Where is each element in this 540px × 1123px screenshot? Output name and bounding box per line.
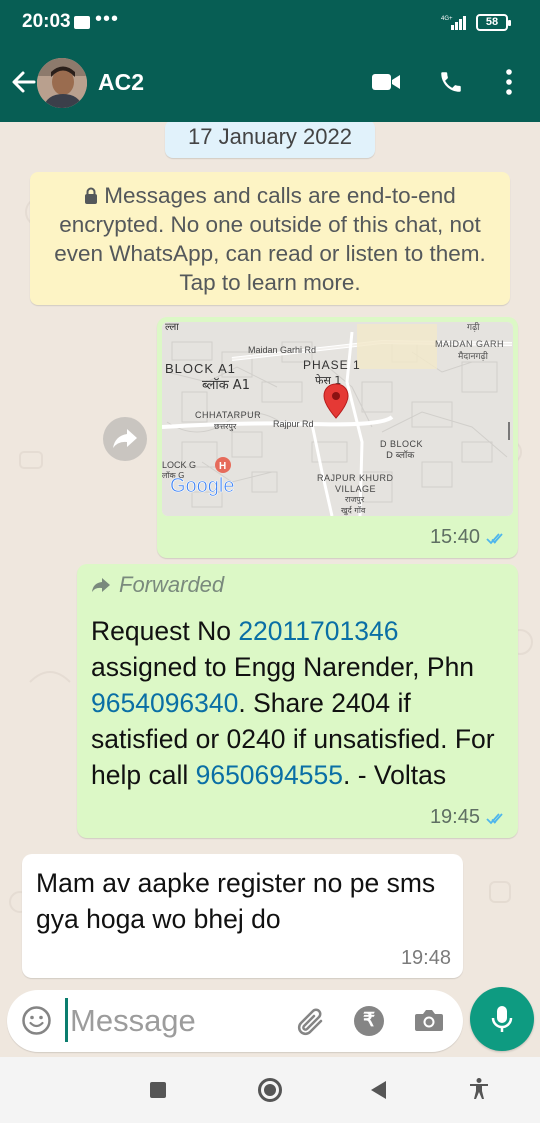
message-input[interactable] bbox=[70, 999, 280, 1043]
map-label-rajpur-rd: Rajpur Rd bbox=[273, 419, 314, 429]
map-label-maidan-garh: MAIDAN GARH bbox=[435, 339, 504, 349]
avatar-photo bbox=[37, 58, 87, 108]
map-label-khurd-gaon-hi: खुर्द गाँव bbox=[341, 505, 366, 516]
forwarded-label-text: Forwarded bbox=[119, 572, 225, 597]
map-image: ल्ला गढ़ी Maidan Garhi Rd MAIDAN GARH मै… bbox=[162, 322, 513, 516]
google-logo: Google bbox=[170, 475, 235, 497]
map-label-maidan-garhi-rd: Maidan Garhi Rd bbox=[248, 345, 316, 355]
message-time: 15:40 bbox=[429, 526, 480, 548]
forwarded-label: Forwarded bbox=[91, 572, 224, 598]
map-label-maidan-garh-hi: मैदानगढ़ी bbox=[458, 350, 489, 362]
map-label-block-a1: BLOCK A1 bbox=[165, 361, 236, 376]
map-label-lock-g: LOCK G bbox=[162, 460, 196, 470]
recent-apps-icon[interactable] bbox=[150, 1082, 166, 1098]
system-back-icon[interactable] bbox=[371, 1081, 386, 1099]
chat-area[interactable]: 17 January 2022 Messages and calls are e… bbox=[0, 122, 540, 1057]
map-label-chhatarpur-hi: छत्तरपुर bbox=[214, 422, 237, 432]
message-composer: ₹ bbox=[7, 990, 463, 1052]
encryption-notice-text: Messages and calls are end-to-end encryp… bbox=[54, 183, 486, 295]
message-text: Mam av aapke register no pe sms gya hoga… bbox=[36, 868, 436, 934]
map-label-top-left: ल्ला bbox=[165, 322, 179, 333]
attach-icon[interactable] bbox=[295, 1007, 327, 1037]
accessibility-icon[interactable] bbox=[468, 1077, 490, 1101]
phone-number-link[interactable]: 9654096340 bbox=[91, 688, 238, 718]
map-label-rajpur-khurd: RAJPUR KHURD bbox=[317, 473, 394, 483]
video-call-icon[interactable] bbox=[371, 71, 401, 93]
forwarded-message[interactable]: Forwarded Request No 22011701346 assigne… bbox=[77, 564, 518, 838]
encryption-notice[interactable]: Messages and calls are end-to-end encryp… bbox=[30, 172, 510, 305]
location-message[interactable]: ल्ला गढ़ी Maidan Garhi Rd MAIDAN GARH मै… bbox=[157, 317, 518, 558]
message-notification-icon bbox=[74, 16, 90, 29]
voice-record-button[interactable] bbox=[470, 987, 534, 1051]
message-text-part: Request No bbox=[91, 616, 239, 646]
svg-text:H: H bbox=[219, 461, 226, 472]
message-time: 19:45 bbox=[429, 806, 480, 828]
chat-header: AC2 bbox=[0, 44, 540, 122]
location-map[interactable]: ल्ला गढ़ी Maidan Garhi Rd MAIDAN GARH मै… bbox=[162, 322, 513, 516]
contact-avatar[interactable] bbox=[37, 58, 87, 108]
text-cursor bbox=[65, 998, 68, 1042]
network-label: 4G+ bbox=[441, 16, 453, 22]
map-label-top-right: गढ़ी bbox=[467, 322, 480, 333]
system-nav-bar bbox=[0, 1057, 540, 1123]
map-label-rajpur-hi: राजपुर bbox=[345, 495, 365, 505]
message-text-part: assigned to Engg Narender, Phn bbox=[91, 652, 475, 682]
home-icon[interactable] bbox=[258, 1078, 282, 1102]
incoming-message[interactable]: Mam av aapke register no pe sms gya hoga… bbox=[22, 854, 463, 978]
back-arrow-icon[interactable] bbox=[10, 68, 38, 96]
map-label-d-block: D BLOCK bbox=[380, 439, 423, 449]
phone-number-link[interactable]: 9650694555 bbox=[196, 760, 343, 790]
battery-icon: 58 bbox=[476, 14, 511, 31]
map-label-village: VILLAGE bbox=[335, 484, 376, 494]
forwarded-arrow-icon bbox=[92, 578, 110, 592]
microphone-icon bbox=[491, 1006, 513, 1032]
signal-icon: 4G+ bbox=[441, 16, 466, 30]
request-number-link[interactable]: 22011701346 bbox=[238, 616, 398, 646]
status-bar: 20:03 ••• 4G+ 58 bbox=[0, 0, 540, 44]
map-label-block-a1-hi: ब्लॉक A1 bbox=[202, 377, 250, 393]
phone-call-icon[interactable] bbox=[438, 69, 464, 95]
more-options-icon[interactable] bbox=[504, 68, 514, 96]
forward-button[interactable] bbox=[103, 417, 147, 461]
message-text: Request No 22011701346 assigned to Engg … bbox=[91, 613, 506, 793]
map-label-d-block-hi: D ब्लॉक bbox=[386, 450, 415, 461]
read-ticks-icon bbox=[486, 533, 503, 545]
status-time: 20:03 bbox=[22, 11, 71, 32]
date-chip: 17 January 2022 bbox=[165, 122, 375, 158]
lock-icon bbox=[85, 187, 98, 204]
map-label-phase-1: PHASE 1 bbox=[303, 358, 361, 372]
camera-icon[interactable] bbox=[414, 1006, 444, 1034]
emoji-icon[interactable] bbox=[21, 1005, 52, 1036]
message-time: 19:48 bbox=[400, 947, 451, 969]
payment-rupee-icon[interactable]: ₹ bbox=[354, 1006, 384, 1036]
map-label-chhatarpur: CHHATARPUR bbox=[195, 410, 261, 420]
read-ticks-icon bbox=[486, 813, 503, 825]
forward-icon bbox=[113, 429, 137, 448]
more-notifications-icon: ••• bbox=[95, 8, 120, 30]
contact-name[interactable]: AC2 bbox=[98, 69, 144, 96]
message-text-part: . - Voltas bbox=[342, 760, 447, 790]
